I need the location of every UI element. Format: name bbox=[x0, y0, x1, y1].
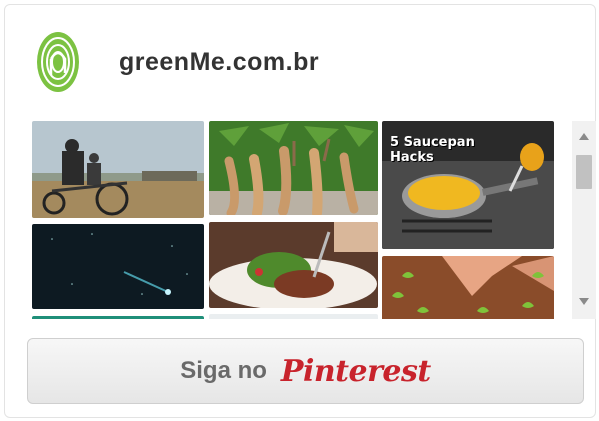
pin-comet-night-sky[interactable] bbox=[32, 224, 204, 309]
scroll-up-arrow-icon[interactable] bbox=[579, 133, 589, 140]
photo-partial-icon bbox=[32, 316, 204, 319]
widget-header: greenMe.com.br bbox=[35, 27, 319, 97]
greenme-logo-icon[interactable] bbox=[35, 29, 81, 95]
pin-cassava-roots[interactable] bbox=[209, 121, 378, 215]
pin-rickshaw-children[interactable] bbox=[32, 121, 204, 218]
photo-steak-salad-icon bbox=[209, 222, 378, 308]
pinterest-widget: greenMe.com.br 5 Saucepan Hacks Siga no … bbox=[4, 4, 596, 418]
pin-grid-scrollbar[interactable] bbox=[572, 121, 596, 319]
pin-grid: 5 Saucepan Hacks bbox=[32, 121, 559, 319]
photo-cassava-roots-icon bbox=[209, 121, 378, 215]
photo-comet-icon bbox=[32, 224, 204, 309]
photo-seedlings-icon bbox=[382, 256, 554, 319]
follow-on-pinterest-button[interactable]: Siga no Pinterest bbox=[27, 338, 584, 404]
pin-steak-salad[interactable] bbox=[209, 222, 378, 308]
scroll-down-arrow-icon[interactable] bbox=[579, 298, 589, 305]
pin-white-partial[interactable] bbox=[209, 314, 378, 319]
scroll-thumb[interactable] bbox=[576, 155, 592, 189]
site-name[interactable]: greenMe.com.br bbox=[119, 48, 319, 77]
pinterest-logo-icon: Pinterest bbox=[281, 354, 431, 389]
follow-label: Siga no bbox=[180, 357, 267, 384]
photo-children-on-cart-icon bbox=[32, 121, 204, 218]
pin-teal-partial[interactable] bbox=[32, 316, 204, 319]
photo-partial-icon bbox=[209, 314, 378, 319]
pinterest-brand: Pinterest bbox=[280, 353, 431, 389]
saucepan-caption: 5 Saucepan Hacks bbox=[390, 135, 475, 165]
pin-saucepan-hacks[interactable]: 5 Saucepan Hacks bbox=[382, 121, 554, 249]
pin-seedling-garden[interactable] bbox=[382, 256, 554, 319]
